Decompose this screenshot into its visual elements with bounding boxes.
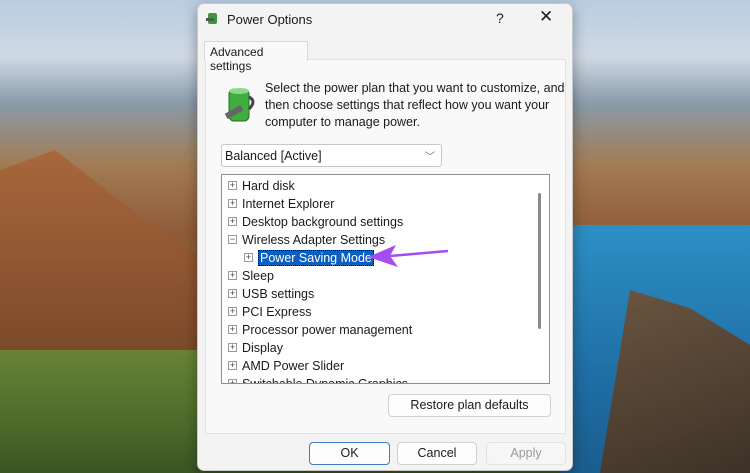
close-button[interactable]: ✕ [539,7,553,27]
tree-item-label: AMD Power Slider [242,359,345,373]
power-options-dialog: Power Options ? ✕ Advanced settings Sele… [197,3,573,471]
tree-item[interactable]: + PCI Express [228,303,311,321]
tree-item-label: Internet Explorer [242,197,335,211]
tree-item[interactable]: + Sleep [228,267,274,285]
background-hill [0,150,220,350]
expand-icon[interactable]: + [228,307,237,317]
tree-item-label: Switchable Dynamic Graphics [242,377,409,384]
power-options-icon [206,13,217,24]
tree-item-label: PCI Express [242,305,312,319]
window-title: Power Options [227,12,313,27]
tree-item[interactable]: + Desktop background settings [228,213,403,231]
help-button[interactable]: ? [496,10,504,26]
expand-icon[interactable]: + [244,253,253,263]
battery-plug-icon [224,88,255,122]
tree-item[interactable]: + Display [228,339,283,357]
tree-item-label: Sleep [242,269,274,283]
tree-item[interactable]: + Internet Explorer [228,195,334,213]
tree-item-label: Power Saving Mode [258,250,374,266]
tree-item[interactable]: + Switchable Dynamic Graphics [228,375,409,384]
expand-icon[interactable]: + [228,343,237,353]
expand-icon[interactable]: + [228,289,237,299]
expand-icon[interactable]: + [228,199,237,209]
tree-item[interactable]: + Hard disk [228,177,295,195]
tree-item[interactable]: + USB settings [228,285,314,303]
expand-icon[interactable]: + [228,217,237,227]
tree-item-label: USB settings [242,287,315,301]
tree-item[interactable]: + AMD Power Slider [228,357,344,375]
collapse-icon[interactable]: − [228,235,237,245]
chevron-down-icon: ﹀ [425,152,435,163]
tree-item-label: Display [242,341,283,355]
tree-item-label: Hard disk [242,179,295,193]
expand-icon[interactable]: + [228,325,237,335]
ok-button[interactable]: OK [309,442,390,465]
tree-item-label: Processor power management [242,323,413,337]
tree-item[interactable]: + Processor power management [228,321,412,339]
power-plan-select[interactable]: Balanced [Active] ﹀ [221,144,442,167]
expand-icon[interactable]: + [228,181,237,191]
settings-tree[interactable]: + Hard disk + Internet Explorer + Desktop bac… [221,174,550,384]
restore-defaults-button[interactable]: Restore plan defaults [388,394,551,417]
apply-button[interactable]: Apply [486,442,566,465]
tree-item[interactable]: + Power Saving Mode [244,249,374,267]
description-text: Select the power plan that you want to c… [265,81,565,129]
cancel-button[interactable]: Cancel [397,442,477,465]
power-plan-value: Balanced [Active] [225,149,322,163]
tree-item-label: Desktop background settings [242,215,404,229]
annotation-arrow-icon [368,245,449,267]
expand-icon[interactable]: + [228,379,237,383]
expand-icon[interactable]: + [228,361,237,371]
expand-icon[interactable]: + [228,271,237,281]
tab-advanced-settings[interactable]: Advanced settings [204,41,308,73]
scrollbar[interactable] [538,193,541,329]
